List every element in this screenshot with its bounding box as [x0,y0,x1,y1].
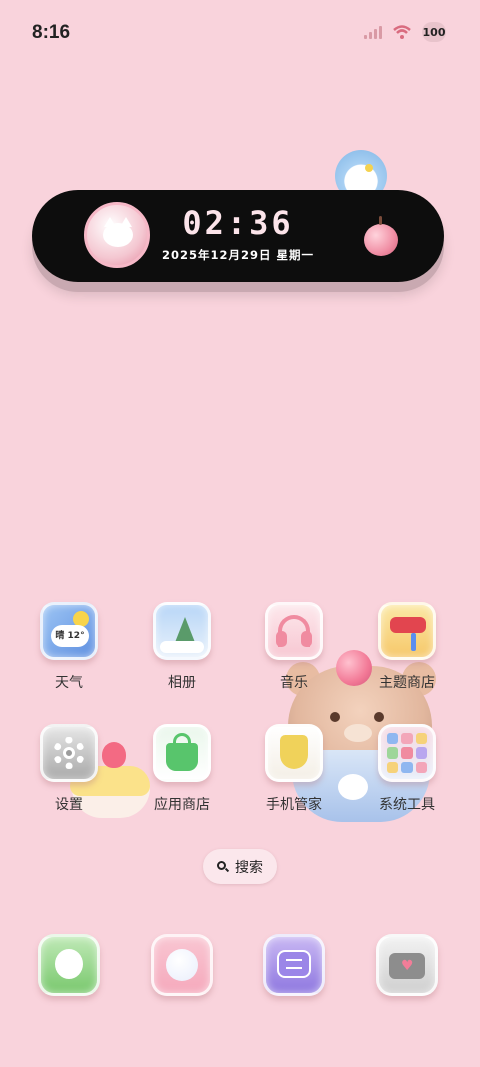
music-icon [265,602,323,660]
app-label: 音乐 [280,675,308,691]
search-label: 搜索 [235,859,263,876]
app-label: 主题商店 [379,675,435,691]
app-app-store[interactable]: 应用商店 [134,724,230,814]
phone-icon [38,934,100,996]
browser-icon [151,934,213,996]
search-button[interactable]: 搜索 [203,849,277,884]
app-phone-manager[interactable]: 手机管家 [246,724,342,814]
system-tools-icon [378,724,436,782]
app-label: 系统工具 [379,797,435,813]
dock-browser[interactable] [151,934,213,996]
app-label: 天气 [55,675,83,691]
dock-camera[interactable]: ♥ [376,934,438,996]
gallery-icon [153,602,211,660]
clock-widget[interactable]: 02:36 2025年12月29日 星期一 [32,190,444,282]
search-icon [217,860,229,873]
app-music[interactable]: 音乐 [246,602,342,692]
dock-phone[interactable] [38,934,100,996]
theme-store-icon [378,602,436,660]
app-gallery[interactable]: 相册 [134,602,230,692]
signal-icon [364,25,382,39]
messages-icon [263,934,325,996]
phone-manager-icon [265,724,323,782]
app-settings[interactable]: 设置 [21,724,117,814]
app-label: 手机管家 [266,797,322,813]
wifi-icon [393,25,411,39]
app-theme-store[interactable]: 主题商店 [359,602,455,692]
camera-icon: ♥ [376,934,438,996]
weather-badge: 晴 12° [51,625,89,647]
app-weather[interactable]: 晴 12° 天气 [21,602,117,692]
apple-icon [364,216,398,256]
settings-icon [40,724,98,782]
app-label: 设置 [55,797,83,813]
status-bar: 8:16 100 [0,0,480,66]
app-store-icon [153,724,211,782]
battery-indicator: 100 [422,22,446,42]
dock-messages[interactable] [263,934,325,996]
app-system-tools[interactable]: 系统工具 [359,724,455,814]
app-label: 相册 [168,675,196,691]
status-icons: 100 [364,22,446,42]
weather-icon: 晴 12° [40,602,98,660]
status-time: 8:16 [32,22,71,43]
app-label: 应用商店 [154,797,210,813]
